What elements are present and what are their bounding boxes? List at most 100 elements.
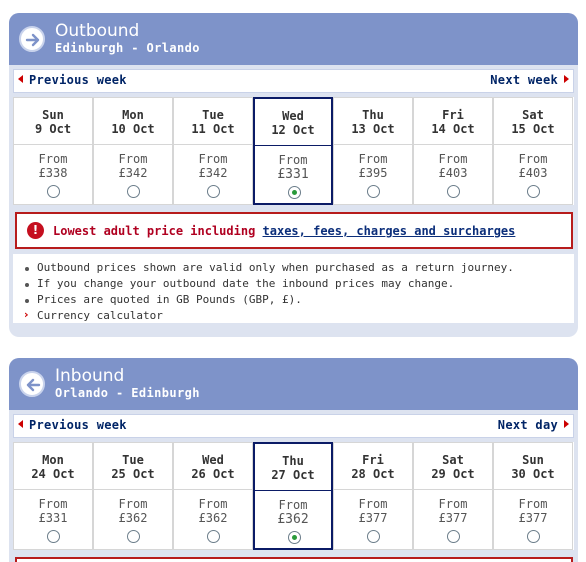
divider [94, 144, 172, 145]
day-name: Wed [282, 109, 304, 123]
taxes-fees-link[interactable]: taxes, fees, charges and surcharges [263, 224, 516, 238]
day-option[interactable]: Wed 12 Oct From £331 [253, 97, 333, 205]
fare-radio[interactable] [127, 530, 140, 543]
divider [414, 489, 492, 490]
left-arrow-icon [19, 371, 45, 397]
inbound-next-day-link[interactable]: Next day [498, 418, 569, 432]
day-option[interactable]: Thu 13 Oct From £395 [333, 97, 413, 205]
notice-label: Lowest adult price including [53, 224, 263, 238]
day-option[interactable]: Sat 29 Oct From £377 [413, 442, 493, 550]
from-label: From [198, 152, 228, 166]
outbound-day-grid: Sun 9 Oct From £338 Mon 10 Oct From £342 Tue 11 O… [13, 97, 574, 205]
day-date: 12 Oct [271, 123, 315, 137]
from-label: From [198, 497, 228, 511]
fare-radio[interactable] [47, 530, 60, 543]
day-option[interactable]: Thu 27 Oct From £362 [253, 442, 333, 550]
day-option[interactable]: Wed 26 Oct From £362 [173, 442, 253, 550]
fare-radio[interactable] [207, 530, 220, 543]
day-option[interactable]: Sun 9 Oct From £338 [13, 97, 93, 205]
outbound-week-nav: Previous week Next week [13, 69, 574, 93]
day-date: 15 Oct [511, 122, 555, 136]
outbound-route: Edinburgh - Orlando [55, 41, 200, 55]
outbound-previous-week-link[interactable]: Previous week [18, 73, 127, 87]
from-label: From [358, 497, 388, 511]
fare-radio[interactable] [447, 185, 460, 198]
day-date: 10 Oct [111, 122, 155, 136]
from-label: From [358, 152, 388, 166]
divider [174, 144, 252, 145]
divider [414, 144, 492, 145]
day-option[interactable]: Tue 11 Oct From £342 [173, 97, 253, 205]
day-date: 30 Oct [511, 467, 555, 481]
divider [94, 489, 172, 490]
day-option[interactable]: Fri 28 Oct From £377 [333, 442, 413, 550]
from-label: From [438, 497, 468, 511]
right-arrow-icon [19, 26, 45, 52]
price: £331 [38, 511, 68, 525]
left-triangle-icon [18, 75, 23, 83]
radio-selected-dot [292, 535, 297, 540]
inbound-day-grid: Mon 24 Oct From £331 Tue 25 Oct From £362 Wed 26 … [13, 442, 574, 550]
info-line: If you change your outbound date the inb… [37, 277, 455, 290]
fare-radio[interactable] [127, 185, 140, 198]
price: £395 [358, 166, 388, 180]
day-date: 29 Oct [431, 467, 475, 481]
divider [255, 490, 331, 491]
fare-radio[interactable] [367, 530, 380, 543]
divider [14, 489, 92, 490]
inbound-panel: Inbound Orlando - Edinburgh Previous wee… [9, 358, 578, 562]
divider [14, 144, 92, 145]
price: £362 [277, 512, 309, 527]
from-label: From [118, 152, 148, 166]
divider [334, 489, 412, 490]
price: £403 [438, 166, 468, 180]
divider [255, 145, 331, 146]
day-name: Sun [522, 453, 544, 467]
fare-radio[interactable] [527, 530, 540, 543]
price: £342 [198, 166, 228, 180]
inbound-previous-week-link[interactable]: Previous week [18, 418, 127, 432]
left-triangle-icon [18, 420, 23, 428]
outbound-header: Outbound Edinburgh - Orlando [9, 13, 578, 65]
fare-radio[interactable] [527, 185, 540, 198]
from-label: From [518, 497, 548, 511]
outbound-title: Outbound [55, 21, 140, 41]
day-option[interactable]: Mon 24 Oct From £331 [13, 442, 93, 550]
price: £362 [118, 511, 148, 525]
inbound-price-notice [15, 557, 573, 562]
from-label: From [518, 152, 548, 166]
divider [334, 144, 412, 145]
day-option[interactable]: Sun 30 Oct From £377 [493, 442, 573, 550]
bullet-icon [25, 299, 29, 303]
fare-radio[interactable] [367, 185, 380, 198]
currency-calculator-link[interactable]: Currency calculator [37, 309, 163, 322]
day-option[interactable]: Tue 25 Oct From £362 [93, 442, 173, 550]
fare-radio[interactable] [288, 531, 301, 544]
price: £331 [277, 167, 309, 182]
day-name: Mon [122, 108, 144, 122]
from-label: From [38, 152, 68, 166]
price-notice: ! Lowest adult price including taxes, fe… [15, 212, 573, 249]
day-name: Fri [362, 453, 384, 467]
price: £377 [438, 511, 468, 525]
price: £362 [198, 511, 228, 525]
outbound-next-week-link[interactable]: Next week [490, 73, 569, 87]
day-option[interactable]: Sat 15 Oct From £403 [493, 97, 573, 205]
fare-radio[interactable] [47, 185, 60, 198]
day-name: Thu [282, 454, 304, 468]
divider [494, 489, 572, 490]
fare-radio[interactable] [288, 186, 301, 199]
info-line: Prices are quoted in GB Pounds (GBP, £). [37, 293, 302, 306]
chevron-right-icon: › [24, 308, 29, 321]
from-label: From [118, 497, 148, 511]
from-label: From [38, 497, 68, 511]
day-option[interactable]: Mon 10 Oct From £342 [93, 97, 173, 205]
day-option[interactable]: Fri 14 Oct From £403 [413, 97, 493, 205]
inbound-week-nav: Previous week Next day [13, 414, 574, 438]
previous-week-label: Previous week [29, 418, 127, 432]
fare-radio[interactable] [447, 530, 460, 543]
outbound-panel: Outbound Edinburgh - Orlando Previous we… [9, 13, 578, 337]
inbound-header: Inbound Orlando - Edinburgh [9, 358, 578, 410]
fare-radio[interactable] [207, 185, 220, 198]
divider [494, 144, 572, 145]
